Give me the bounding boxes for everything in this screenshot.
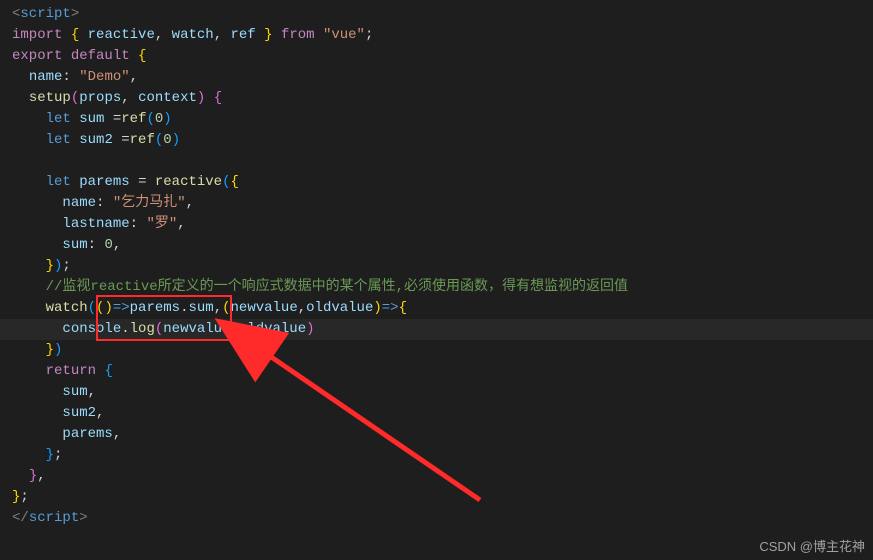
code-line[interactable]: name: "乞力马扎",	[12, 193, 873, 214]
code-line[interactable]: let sum2 =ref(0)	[12, 130, 873, 151]
code-line[interactable]: let sum =ref(0)	[12, 109, 873, 130]
code-line[interactable]	[12, 151, 873, 172]
watermark-text: CSDN @博主花神	[759, 537, 865, 557]
code-editor[interactable]: <script> import { reactive, watch, ref }…	[0, 0, 873, 533]
code-line[interactable]: sum2,	[12, 403, 873, 424]
code-line[interactable]: lastname: "罗",	[12, 214, 873, 235]
code-line[interactable]: setup(props, context) {	[12, 88, 873, 109]
code-line[interactable]: <script>	[12, 4, 873, 25]
code-line[interactable]: //监视reactive所定义的一个响应式数据中的某个属性,必须使用函数，得有想…	[12, 277, 873, 298]
code-line[interactable]: console.log(newvalue,oldvalue)	[12, 319, 873, 340]
code-line[interactable]: });	[12, 256, 873, 277]
code-line[interactable]: return {	[12, 361, 873, 382]
code-line[interactable]: watch(()=>parems.sum,(newvalue,oldvalue)…	[12, 298, 873, 319]
code-line[interactable]: import { reactive, watch, ref } from "vu…	[12, 25, 873, 46]
code-line[interactable]: };	[12, 487, 873, 508]
code-line[interactable]: export default {	[12, 46, 873, 67]
code-line[interactable]: };	[12, 445, 873, 466]
code-line[interactable]: parems,	[12, 424, 873, 445]
code-line[interactable]: </script>	[12, 508, 873, 529]
code-line[interactable]: sum: 0,	[12, 235, 873, 256]
code-line[interactable]: let parems = reactive({	[12, 172, 873, 193]
code-line[interactable]: },	[12, 466, 873, 487]
code-line[interactable]: sum,	[12, 382, 873, 403]
code-line[interactable]: })	[12, 340, 873, 361]
code-line[interactable]: name: "Demo",	[12, 67, 873, 88]
